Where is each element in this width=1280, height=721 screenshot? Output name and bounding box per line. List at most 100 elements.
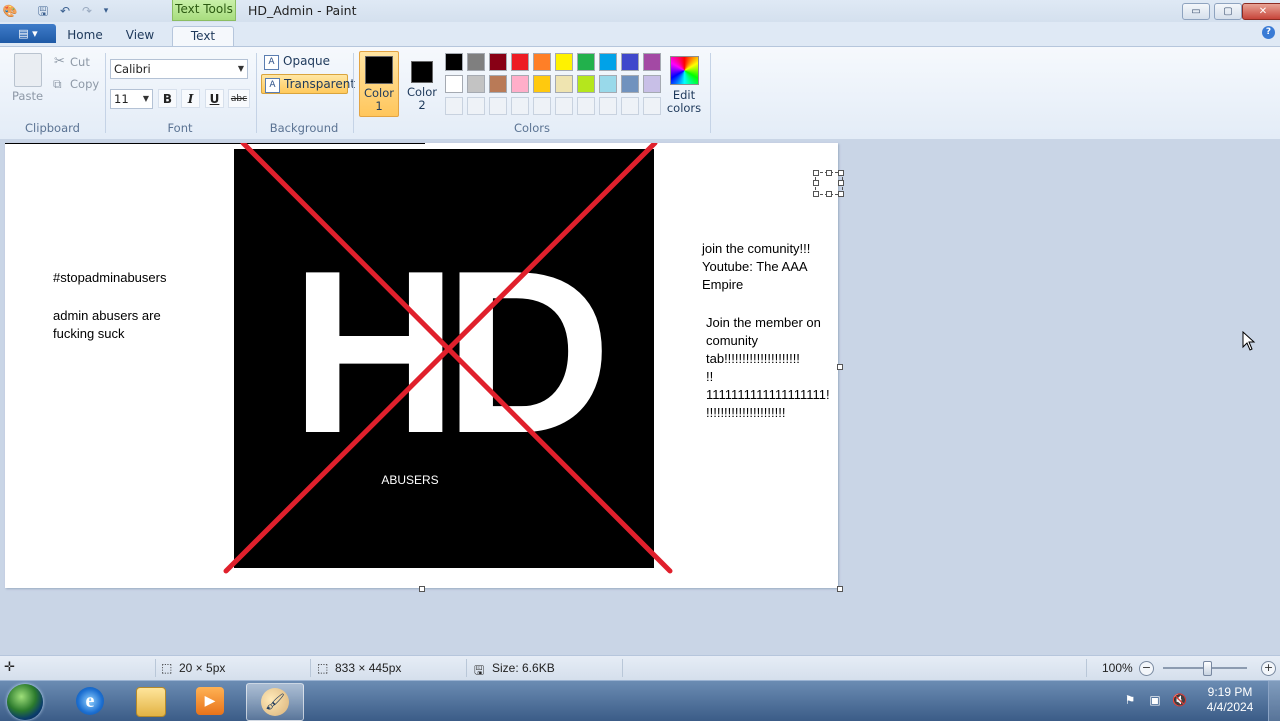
cursor-position-icon: ✛	[4, 659, 15, 674]
italic-button[interactable]: I	[181, 89, 200, 108]
paste-icon	[14, 53, 42, 87]
palette-color-swatch[interactable]	[643, 75, 661, 93]
tab-view[interactable]: View	[116, 26, 164, 46]
palette-color-swatch[interactable]	[533, 53, 551, 71]
palette-color-swatch[interactable]	[643, 53, 661, 71]
volume-muted-icon[interactable]: 🔇	[1172, 693, 1187, 707]
zoom-in-button[interactable]: +	[1261, 661, 1276, 676]
resize-handle-corner[interactable]	[837, 586, 843, 592]
palette-color-swatch[interactable]	[621, 75, 639, 93]
tab-text[interactable]: Text	[172, 26, 234, 47]
palette-color-swatch[interactable]	[555, 53, 573, 71]
palette-custom-slot[interactable]	[489, 97, 507, 115]
palette-custom-slot[interactable]	[555, 97, 573, 115]
palette-color-swatch[interactable]	[445, 75, 463, 93]
color1-label-line2: 1	[375, 99, 383, 113]
selection-size: 20 × 5px	[179, 661, 226, 675]
paint-task[interactable]: 🖌	[246, 683, 304, 721]
file-explorer-task[interactable]	[122, 683, 178, 719]
paint-app-icon[interactable]: 🎨	[2, 3, 18, 19]
tray-clock[interactable]: 9:19 PM 4/4/2024	[1200, 685, 1260, 715]
undo-icon[interactable]: ↶	[57, 3, 73, 19]
save-icon[interactable]: 🖫	[35, 3, 51, 19]
selection-handle[interactable]	[838, 191, 844, 197]
color1-button[interactable]: Color 1	[359, 51, 399, 117]
font-size-select[interactable]: 11 ▼	[110, 89, 153, 109]
action-center-flag-icon[interactable]: ⚑	[1123, 693, 1137, 707]
palette-color-swatch[interactable]	[511, 53, 529, 71]
status-divider	[155, 659, 156, 677]
edit-colors-icon	[670, 56, 699, 85]
help-icon[interactable]: ?	[1262, 26, 1275, 39]
paint-menu-button[interactable]: ▤ ▾	[0, 24, 56, 43]
file-size: Size: 6.6KB	[492, 661, 555, 675]
cut-button[interactable]: Cut	[70, 55, 90, 69]
internet-explorer-task[interactable]: e	[62, 683, 118, 719]
canvas-text-community: join the comunity!!! Youtube: The AAA Em…	[702, 241, 811, 292]
network-icon[interactable]: ▣	[1148, 693, 1162, 707]
media-player-task[interactable]: ▶	[182, 683, 238, 719]
strikethrough-button[interactable]: abc	[228, 89, 250, 108]
mouse-cursor-icon	[1242, 331, 1256, 351]
palette-color-swatch[interactable]	[489, 53, 507, 71]
bold-button[interactable]: B	[158, 89, 177, 108]
palette-color-swatch[interactable]	[577, 75, 595, 93]
tab-home[interactable]: Home	[60, 26, 110, 46]
redo-icon[interactable]: ↷	[79, 3, 95, 19]
selection-handle[interactable]	[813, 191, 819, 197]
palette-custom-slot[interactable]	[533, 97, 551, 115]
cut-icon: ✂	[54, 54, 65, 69]
palette-color-swatch[interactable]	[489, 75, 507, 93]
chevron-down-icon: ▼	[142, 94, 149, 103]
palette-custom-slot[interactable]	[445, 97, 463, 115]
palette-color-swatch[interactable]	[511, 75, 529, 93]
palette-color-swatch[interactable]	[467, 53, 485, 71]
palette-custom-slot[interactable]	[467, 97, 485, 115]
selection-handle[interactable]	[813, 170, 819, 176]
selection-handle[interactable]	[826, 170, 832, 176]
selection-handle[interactable]	[813, 180, 819, 186]
show-desktop-button[interactable]	[1268, 681, 1280, 721]
cross-line	[223, 143, 658, 574]
chevron-down-icon: ▼	[237, 64, 244, 73]
selection-handle[interactable]	[826, 191, 832, 197]
copy-button[interactable]: Copy	[70, 77, 99, 91]
image-size: 833 × 445px	[335, 661, 402, 675]
palette-color-swatch[interactable]	[467, 75, 485, 93]
color2-button[interactable]: Color 2	[402, 51, 442, 117]
zoom-slider-thumb[interactable]	[1203, 661, 1212, 676]
close-button[interactable]: ✕	[1242, 3, 1280, 20]
underline-button[interactable]: U	[205, 89, 224, 108]
palette-color-swatch[interactable]	[599, 53, 617, 71]
selection-handle[interactable]	[838, 170, 844, 176]
minimize-button[interactable]: ▭	[1182, 3, 1210, 20]
group-divider	[256, 53, 257, 133]
font-family-select[interactable]: Calibri ▼	[110, 59, 248, 79]
quick-access-dropdown-icon[interactable]: ▾	[98, 3, 114, 19]
palette-custom-slot[interactable]	[511, 97, 529, 115]
selection-handle[interactable]	[838, 180, 844, 186]
edit-colors-button[interactable]: Edit colors	[664, 89, 704, 115]
maximize-button[interactable]: ▢	[1214, 3, 1242, 20]
palette-color-swatch[interactable]	[599, 75, 617, 93]
palette-custom-slot[interactable]	[643, 97, 661, 115]
palette-color-swatch[interactable]	[621, 53, 639, 71]
transparent-button[interactable]: A Transparent	[261, 74, 355, 94]
resize-handle-right[interactable]	[837, 364, 843, 370]
canvas-work-area: #stopadminabusers admin abusers are fuck…	[0, 139, 1280, 655]
palette-color-swatch[interactable]	[555, 75, 573, 93]
drawing-canvas[interactable]: #stopadminabusers admin abusers are fuck…	[5, 143, 838, 588]
palette-color-swatch[interactable]	[445, 53, 463, 71]
opaque-button[interactable]: A Opaque	[261, 52, 347, 72]
start-button[interactable]	[7, 684, 43, 720]
palette-custom-slot[interactable]	[577, 97, 595, 115]
paste-button[interactable]: Paste	[12, 89, 43, 103]
palette-custom-slot[interactable]	[621, 97, 639, 115]
palette-custom-slot[interactable]	[599, 97, 617, 115]
palette-color-swatch[interactable]	[533, 75, 551, 93]
ribbon: Paste ✂ Cut ⧉ Copy Clipboard Calibri ▼ 1…	[0, 46, 1280, 140]
palette-color-swatch[interactable]	[577, 53, 595, 71]
resize-handle-bottom[interactable]	[419, 586, 425, 592]
zoom-out-button[interactable]: −	[1139, 661, 1154, 676]
tray-time: 9:19 PM	[1207, 685, 1253, 699]
